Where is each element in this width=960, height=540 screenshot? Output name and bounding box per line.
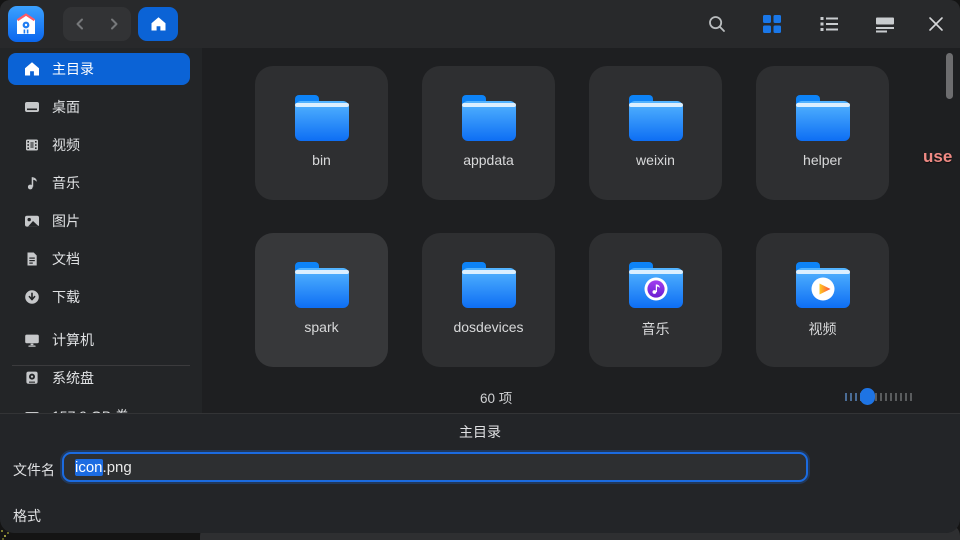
music-note-icon: [24, 175, 40, 191]
sidebar-item-label: 主目录: [52, 59, 94, 79]
folder-tile[interactable]: helper: [756, 66, 889, 200]
sidebar-item-label: 桌面: [52, 97, 80, 117]
clipped-file-label: use: [923, 147, 952, 167]
search-icon[interactable]: [705, 12, 729, 36]
home-icon: [24, 61, 40, 77]
sidebar-item-label: 计算机: [52, 330, 94, 350]
forward-button[interactable]: [108, 18, 120, 30]
sidebar-item-label: 文档: [52, 249, 80, 269]
filename-selected-text: icon: [75, 459, 103, 476]
picture-icon: [24, 213, 40, 229]
sidebar-item-documents[interactable]: 文档: [8, 243, 190, 275]
folder-tile[interactable]: bin: [255, 66, 388, 200]
save-panel: 主目录 文件名 icon.png 取 消 格式 PNG 图片(*.png) 保 …: [0, 413, 960, 533]
filename-input[interactable]: icon.png: [62, 452, 808, 482]
folder-name: dosdevices: [453, 319, 523, 335]
desktop-icon: [24, 99, 40, 115]
sidebar-item-downloads[interactable]: 下载: [8, 281, 190, 313]
folder-tile[interactable]: 视频: [756, 233, 889, 367]
icon-size-slider-handle[interactable]: [860, 388, 875, 405]
filename-extension-text: .png: [103, 459, 132, 476]
home-button[interactable]: [138, 7, 178, 41]
folder-tile[interactable]: dosdevices: [422, 233, 555, 367]
sidebar-item-music[interactable]: 音乐: [8, 167, 190, 199]
folder-tile[interactable]: spark: [255, 233, 388, 367]
sidebar-item-desktop[interactable]: 桌面: [8, 91, 190, 123]
sidebar-item-label: 视频: [52, 135, 80, 155]
sidebar-item-label: 音乐: [52, 173, 80, 193]
folder-icon: [291, 259, 353, 311]
sidebar-item-videos[interactable]: 视频: [8, 129, 190, 161]
folder-name: bin: [312, 152, 331, 168]
folder-name: appdata: [463, 152, 514, 168]
folder-tile[interactable]: weixin: [589, 66, 722, 200]
folder-name: spark: [304, 319, 338, 335]
format-label: 格式: [13, 506, 41, 526]
folder-icon: [625, 92, 687, 144]
document-icon: [24, 251, 40, 267]
sidebar-item-pictures[interactable]: 图片: [8, 205, 190, 237]
app-logo-icon: [8, 6, 44, 42]
current-location: 主目录: [0, 422, 960, 442]
folder-tile[interactable]: 音乐: [589, 233, 722, 367]
list-view-icon[interactable]: [817, 12, 841, 36]
disk-icon: [24, 370, 40, 386]
computer-icon: [24, 332, 40, 348]
nav-button-group: [63, 7, 131, 41]
folder-name: 音乐: [642, 319, 670, 339]
sidebar-item-label: 系统盘: [52, 368, 94, 388]
folder-name: helper: [803, 152, 842, 168]
sidebar-item-system-disk[interactable]: 系统盘: [8, 362, 190, 394]
screen: 主目录 桌面 视频 音乐 图片 文档: [0, 0, 960, 540]
folder-name: weixin: [636, 152, 675, 168]
download-icon: [24, 289, 40, 305]
folder-icon: [291, 92, 353, 144]
film-icon: [24, 137, 40, 153]
home-icon: [150, 16, 167, 32]
sidebar-item-label: 图片: [52, 211, 80, 231]
item-count: 60 项: [480, 387, 512, 407]
folder-tile[interactable]: appdata: [422, 66, 555, 200]
close-icon[interactable]: [924, 12, 948, 36]
back-button[interactable]: [74, 18, 86, 30]
folder-icon: [458, 259, 520, 311]
folder-icon: [792, 92, 854, 144]
folder-icon: [458, 92, 520, 144]
sidebar-item-home[interactable]: 主目录: [8, 53, 190, 85]
folder-name: 视频: [809, 319, 837, 339]
music-folder-icon: [625, 259, 687, 311]
detail-view-icon[interactable]: [873, 12, 897, 36]
scrollbar-thumb[interactable]: [946, 53, 953, 99]
titlebar: [0, 0, 960, 48]
video-folder-icon: [792, 259, 854, 311]
sidebar-item-computer[interactable]: 计算机: [8, 324, 190, 356]
sidebar: 主目录 桌面 视频 音乐 图片 文档: [0, 48, 202, 413]
filename-label: 文件名: [13, 460, 55, 480]
save-dialog-window: 主目录 桌面 视频 音乐 图片 文档: [0, 0, 960, 533]
grid-view-icon[interactable]: [760, 12, 784, 36]
sidebar-item-label: 下载: [52, 287, 80, 307]
